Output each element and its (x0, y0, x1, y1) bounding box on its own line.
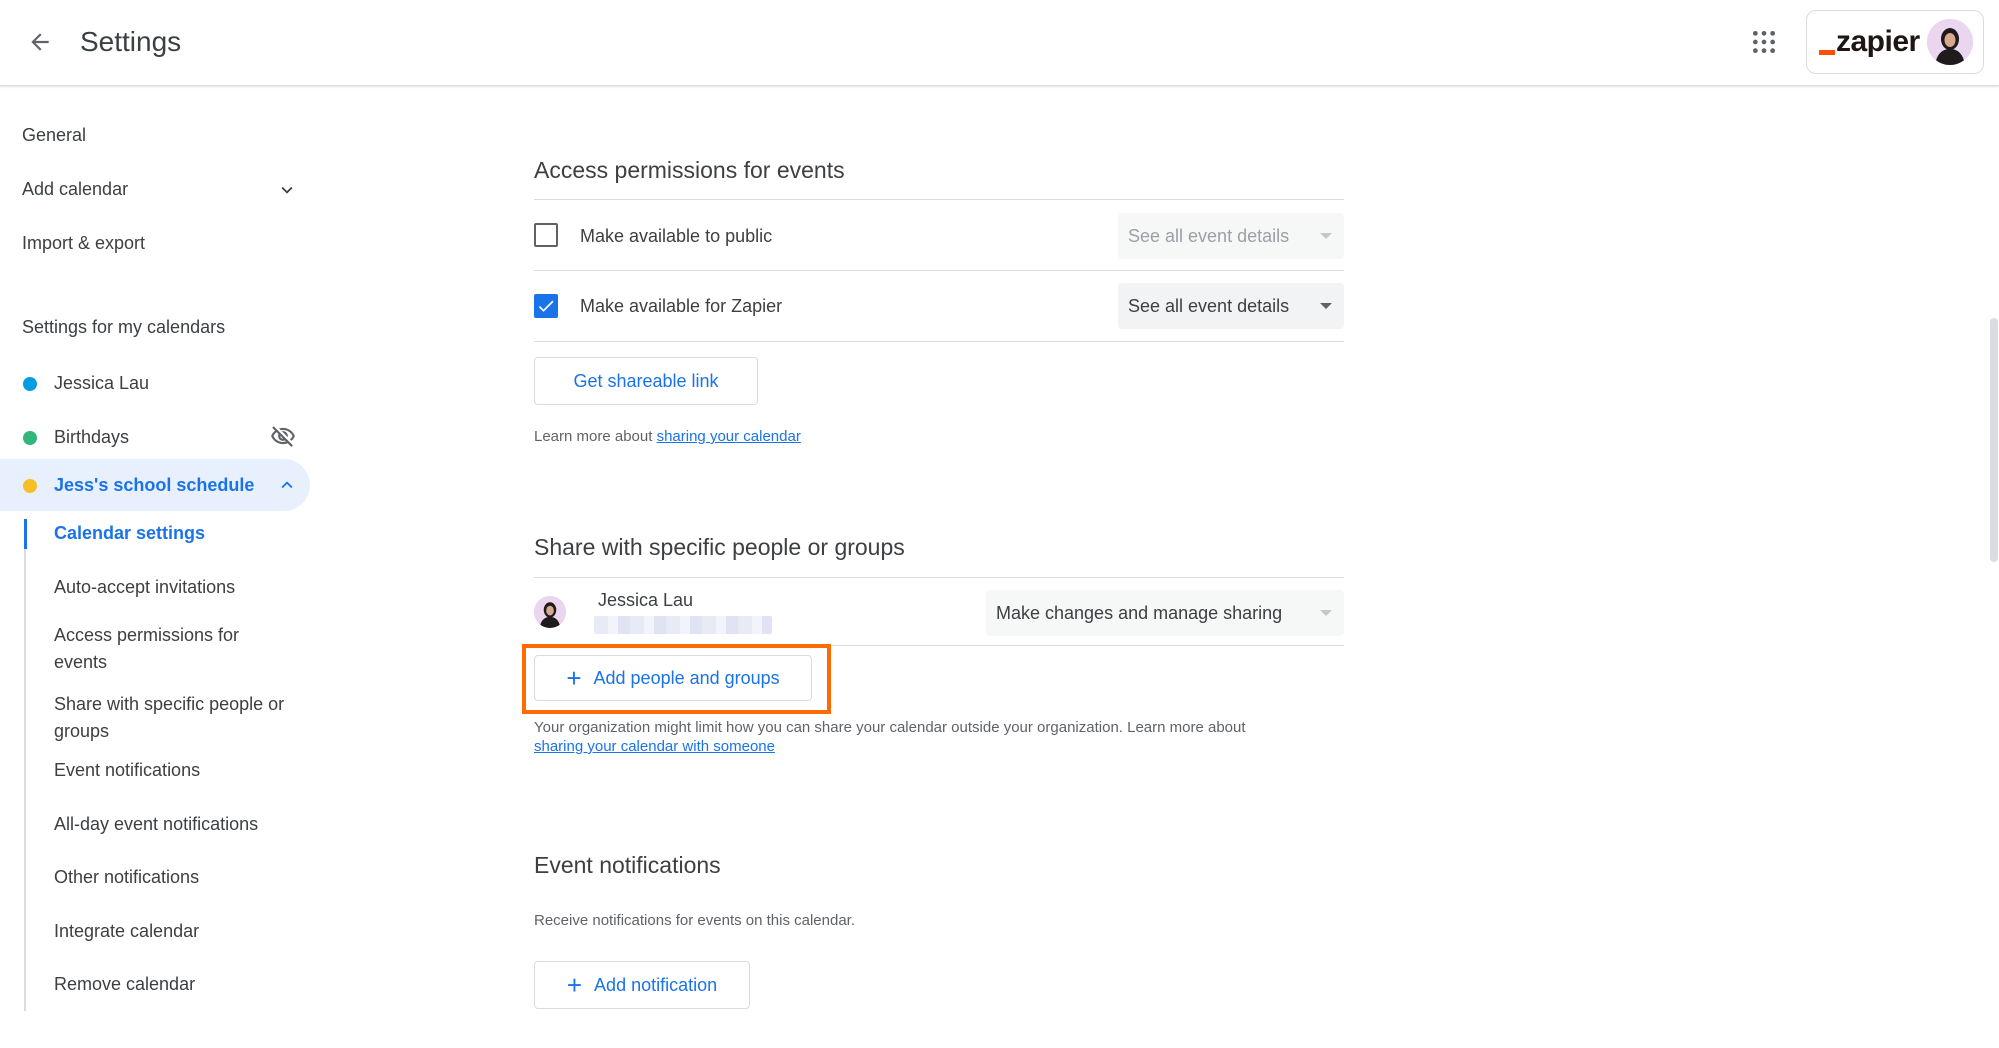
highlight-box (522, 644, 831, 714)
sidebar-calendar-school-schedule[interactable]: Jess's school schedule (54, 473, 254, 497)
app-header: Settings zapier (0, 0, 1999, 86)
page-title: Settings (80, 26, 182, 57)
public-label: Make available to public (580, 226, 773, 246)
share-note: Your organization might limit how you ca… (534, 719, 1246, 755)
dropdown-caret-icon (1320, 303, 1332, 309)
zapier-logo: zapier (1819, 27, 1920, 57)
person-avatar-icon (1927, 19, 1973, 65)
sidebar-item-calendar-settings[interactable]: Calendar settings (54, 520, 294, 547)
sidebar-item-auto-accept[interactable]: Auto-accept invitations (54, 574, 294, 601)
sidebar-item-access-permissions[interactable]: Access permissions for events (54, 622, 294, 676)
shared-person-name: Jessica Lau (598, 590, 694, 610)
visibility-off-icon[interactable] (270, 423, 296, 449)
org-label: Make available for Zapier (580, 296, 783, 316)
arrow-back-icon (31, 33, 49, 51)
sidebar-item-event-notifications[interactable]: Event notifications (54, 757, 294, 784)
sidebar-calendar-birthdays[interactable]: Birthdays (54, 425, 129, 449)
account-avatar (1927, 19, 1973, 65)
divider (534, 577, 1344, 578)
calendar-color-dot (23, 377, 37, 391)
person-permission-select[interactable]: Make changes and manage sharing (986, 590, 1344, 636)
sidebar-item-remove-calendar[interactable]: Remove calendar (54, 971, 294, 998)
share-people-title: Share with specific people or groups (534, 534, 905, 560)
calendar-color-dot (23, 431, 37, 445)
sidebar-item-allday-notifications[interactable]: All-day event notifications (54, 811, 294, 838)
checkmark-icon (538, 300, 554, 312)
chevron-down-icon[interactable] (276, 179, 298, 201)
divider (534, 341, 1344, 342)
google-apps-button[interactable] (1740, 18, 1788, 66)
sidebar-item-general[interactable]: General (22, 123, 86, 147)
divider (534, 199, 1344, 200)
sidebar-heading-my-calendars: Settings for my calendars (22, 317, 226, 337)
plus-icon: + (566, 970, 583, 1000)
notifications-description: Receive notifications for events on this… (534, 912, 856, 929)
divider (534, 270, 1344, 271)
sharing-with-someone-link[interactable]: sharing your calendar with someone (534, 738, 775, 755)
dropdown-caret-icon (1320, 233, 1332, 239)
sidebar-item-share-people[interactable]: Share with specific people or groups (54, 691, 294, 745)
back-button[interactable] (16, 18, 64, 66)
sidebar-item-import-export[interactable]: Import & export (22, 231, 145, 255)
sidebar-item-other-notifications[interactable]: Other notifications (54, 864, 294, 891)
sidebar-item-integrate-calendar[interactable]: Integrate calendar (54, 918, 294, 945)
page-scrollbar[interactable] (1990, 318, 1998, 562)
sidebar-calendar-jessica-lau[interactable]: Jessica Lau (54, 371, 149, 395)
apps-grid-icon (1752, 30, 1776, 54)
access-permissions-title: Access permissions for events (534, 157, 845, 183)
add-notification-button[interactable]: + Add notification (534, 961, 750, 1009)
event-notifications-title: Event notifications (534, 852, 721, 878)
org-checkbox[interactable] (534, 294, 558, 318)
account-switcher[interactable]: zapier (1806, 10, 1984, 74)
dropdown-caret-icon (1320, 610, 1332, 616)
person-avatar-icon (534, 596, 566, 628)
redacted-email (594, 616, 772, 634)
settings-sidebar: General Add calendar Import & export Set… (0, 87, 320, 1048)
org-permission-select[interactable]: See all event details (1118, 283, 1344, 329)
calendar-color-dot (23, 479, 37, 493)
learn-more-sharing: Learn more about sharing your calendar (534, 428, 801, 445)
sharing-calendar-link[interactable]: sharing your calendar (657, 428, 801, 445)
person-avatar (534, 596, 566, 628)
public-permission-select: See all event details (1118, 213, 1344, 259)
public-checkbox[interactable] (534, 223, 558, 247)
sub-nav-line (24, 519, 26, 1011)
get-shareable-link-button[interactable]: Get shareable link (534, 357, 758, 405)
chevron-up-icon[interactable] (276, 474, 298, 496)
sub-nav-active-indicator (24, 519, 27, 549)
sidebar-item-add-calendar[interactable]: Add calendar (22, 177, 128, 201)
